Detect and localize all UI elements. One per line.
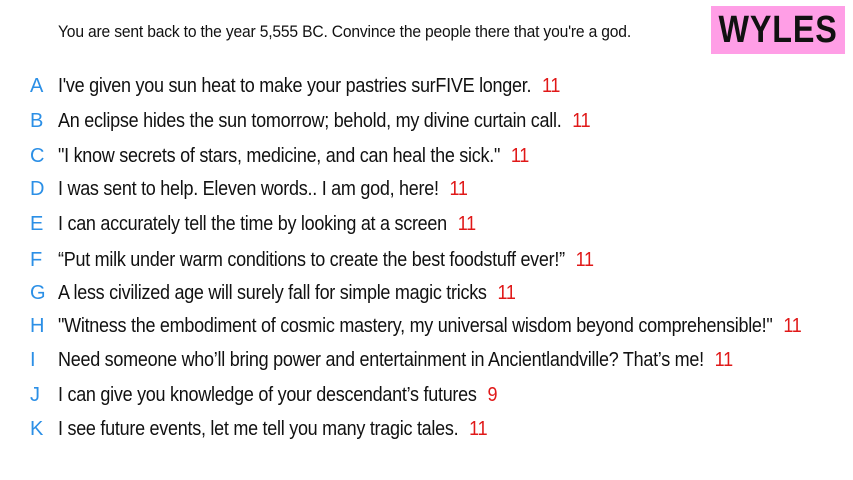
word-count: 11: [510, 144, 530, 167]
answer-text: I've given you sun heat to make your pas…: [58, 74, 561, 97]
answer-text: "Witness the embodiment of cosmic master…: [58, 314, 802, 337]
answer-text: “Put milk under warm conditions to creat…: [58, 248, 594, 271]
word-count: 11: [783, 314, 802, 337]
answer-letter: H: [30, 314, 45, 337]
answer-text: I was sent to help. Eleven words.. I am …: [58, 177, 468, 200]
answer-text: An eclipse hides the sun tomorrow; behol…: [58, 109, 591, 132]
answer-letter: I: [30, 348, 36, 371]
word-count: 11: [449, 177, 468, 200]
answer-text: Need someone who’ll bring power and ente…: [58, 348, 733, 371]
answer-letter: G: [30, 281, 46, 304]
answer-text: I can accurately tell the time by lookin…: [58, 212, 476, 235]
answer-text: "I know secrets of stars, medicine, and …: [58, 144, 530, 167]
answer-text: I can give you knowledge of your descend…: [58, 383, 498, 406]
word-count: 11: [457, 212, 476, 235]
prompt-text: You are sent back to the year 5,555 BC. …: [58, 22, 631, 41]
word-count: 11: [575, 248, 594, 271]
answer-letter: K: [30, 417, 44, 440]
answer-letter: F: [30, 248, 43, 271]
word-count: 11: [497, 281, 516, 304]
player-name-badge: WYLES: [711, 6, 845, 54]
answer-letter: D: [30, 177, 45, 200]
answer-letter: B: [30, 109, 44, 132]
answer-letter: E: [30, 212, 44, 235]
answer-letter: J: [30, 383, 40, 406]
word-count: 11: [542, 74, 561, 97]
answer-letter: C: [30, 144, 45, 167]
answer-text: A less civilized age will surely fall fo…: [58, 281, 516, 304]
answer-letter: A: [30, 74, 44, 97]
word-count: 11: [714, 348, 733, 371]
word-count: 11: [572, 109, 591, 132]
answer-text: I see future events, let me tell you man…: [58, 417, 488, 440]
word-count: 11: [469, 417, 488, 440]
player-name: WYLES: [718, 8, 838, 51]
word-count: 9: [487, 383, 498, 406]
